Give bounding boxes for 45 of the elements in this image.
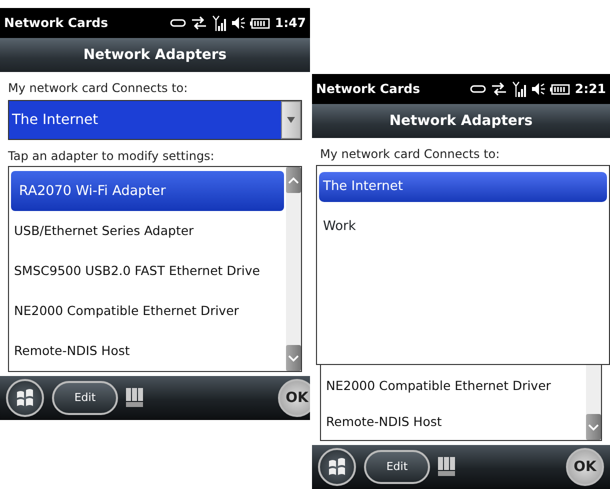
speaker-icon[interactable] [530, 82, 545, 96]
ok-button[interactable]: OK [278, 379, 310, 417]
signal-icon[interactable] [212, 15, 226, 31]
keyboard-icon[interactable] [126, 388, 144, 408]
clock[interactable]: 2:21 [574, 80, 606, 98]
dropdown-option[interactable]: The Internet [319, 172, 607, 202]
scroll-down-icon [288, 354, 299, 362]
dropdown-option[interactable]: Work [319, 212, 607, 242]
sync-arrows-icon[interactable] [490, 82, 507, 96]
edit-button[interactable]: Edit [52, 381, 118, 415]
adapter-item[interactable]: SMSC9500 USB2.0 FAST Ethernet Drive [11, 251, 284, 291]
scroll-bar[interactable] [586, 364, 601, 440]
signal-icon[interactable] [512, 81, 526, 97]
field-label: My network card Connects to: [320, 146, 501, 163]
adapter-item[interactable]: RA2070 Wi-Fi Adapter [11, 171, 284, 211]
field-label: Tap an adapter to modify settings: [8, 148, 216, 165]
dropdown-arrow-icon [287, 116, 295, 124]
adapter-item[interactable]: Remote-NDIS Host [323, 404, 584, 440]
clock[interactable]: 1:47 [274, 14, 306, 32]
field-label: My network card Connects to: [8, 80, 189, 97]
battery-icon[interactable] [250, 18, 270, 28]
scroll-up-icon [288, 176, 299, 184]
keyboard-icon[interactable] [438, 457, 456, 477]
app-title: Network Cards [316, 80, 420, 98]
connection-icon[interactable] [470, 84, 486, 94]
ok-button[interactable]: OK [566, 448, 604, 486]
connects-dropdown[interactable]: The Internet [8, 100, 302, 140]
flag-icon [15, 389, 35, 407]
adapter-item[interactable]: NE2000 Compatible Ethernet Driver [323, 368, 584, 404]
adapter-item[interactable]: USB/Ethernet Series Adapter [11, 211, 284, 251]
screen-title: Network Adapters [0, 38, 310, 72]
app-title: Network Cards [4, 14, 108, 32]
flag-icon [327, 458, 347, 476]
scroll-down-icon [588, 424, 599, 430]
start-button[interactable] [318, 448, 356, 486]
connection-icon[interactable] [170, 18, 186, 28]
start-button[interactable] [6, 379, 44, 417]
speaker-icon[interactable] [230, 16, 245, 30]
sync-arrows-icon[interactable] [190, 16, 207, 30]
screen-title: Network Adapters [312, 104, 610, 138]
adapter-item[interactable]: NE2000 Compatible Ethernet Driver [11, 291, 284, 331]
scroll-bar[interactable] [286, 167, 301, 371]
battery-icon[interactable] [550, 84, 570, 94]
adapter-item[interactable]: Remote-NDIS Host [11, 331, 284, 371]
edit-button[interactable]: Edit [364, 450, 430, 484]
